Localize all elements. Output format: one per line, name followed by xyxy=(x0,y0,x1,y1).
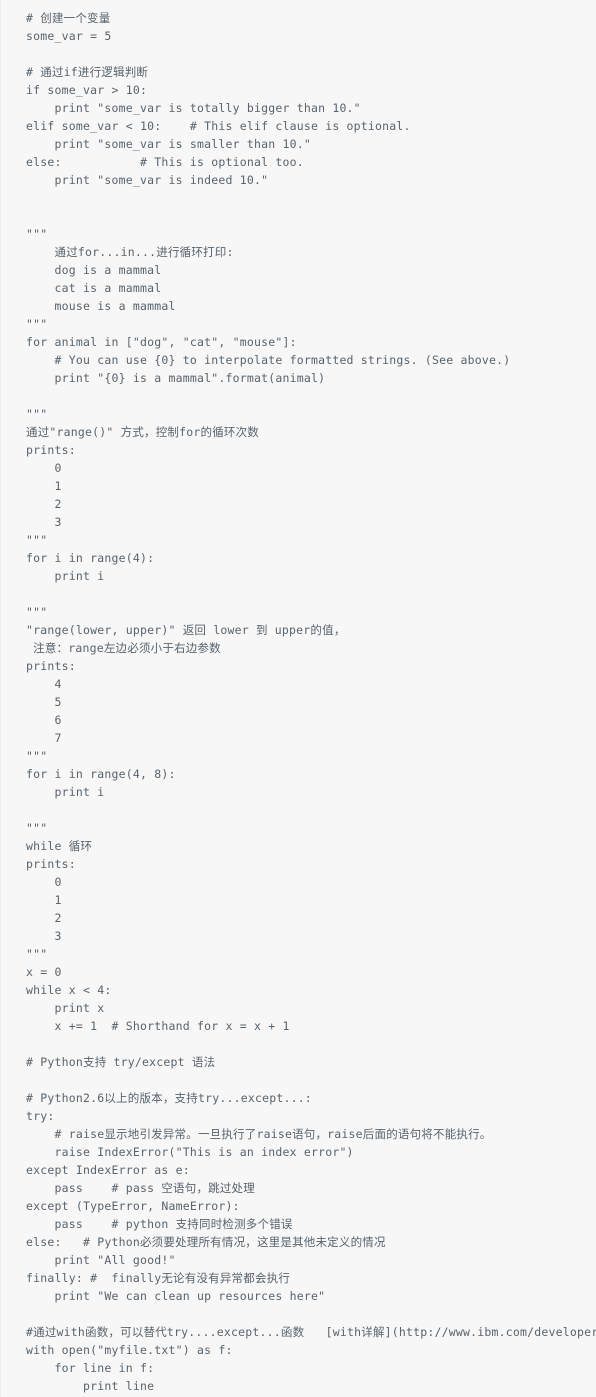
code-line: print i xyxy=(26,569,105,583)
code-line: for i in range(4): xyxy=(26,551,155,565)
code-line: 通过for...in...进行循环打印: xyxy=(26,245,234,259)
code-line: #通过with函数，可以替代try....except...函数 [with详解… xyxy=(26,1325,596,1339)
code-line: print "some_var is smaller than 10." xyxy=(26,137,311,151)
code-line: # raise显示地引发异常。一旦执行了raise语句，raise后面的语句将不… xyxy=(26,1127,492,1141)
code-line-list: # 创建一个变量 some_var = 5 # 通过if进行逻辑判断 if some_… xyxy=(0,9,596,1395)
code-line: 6 xyxy=(26,713,62,727)
code-line: print "All good!" xyxy=(26,1253,176,1267)
code-line: 3 xyxy=(26,929,62,943)
code-line: pass # python 支持同时检测多个错误 xyxy=(26,1217,293,1231)
code-block[interactable]: # 创建一个变量 some_var = 5 # 通过if进行逻辑判断 if some_… xyxy=(0,0,596,1397)
code-line: # 通过if进行逻辑判断 xyxy=(26,65,149,79)
code-line: """ xyxy=(26,605,48,619)
code-line: print "We can clean up resources here" xyxy=(26,1289,326,1303)
code-line: prints: xyxy=(26,443,76,457)
code-line: mouse is a mammal xyxy=(26,299,176,313)
code-line: 3 xyxy=(26,515,62,529)
code-line: while 循环 xyxy=(26,839,93,853)
code-line: print i xyxy=(26,785,105,799)
code-line: # 创建一个变量 xyxy=(26,11,111,25)
code-line: 1 xyxy=(26,893,62,907)
code-line: 4 xyxy=(26,677,62,691)
code-line: "range(lower, upper)" 返回 lower 到 upper的值… xyxy=(26,623,346,637)
code-line: # Python支持 try/except 语法 xyxy=(26,1055,216,1069)
code-line: print "some_var is totally bigger than 1… xyxy=(26,101,361,115)
code-line: """ xyxy=(26,407,48,421)
code-line: print "some_var is indeed 10." xyxy=(26,173,269,187)
code-line: """ xyxy=(26,947,48,961)
code-line: 2 xyxy=(26,497,62,511)
code-line: """ xyxy=(26,227,48,241)
code-line: else: # Python必须要处理所有情况，这里是其他未定义的情况 xyxy=(26,1235,386,1249)
code-line: try: xyxy=(26,1109,55,1123)
code-line: while x < 4: xyxy=(26,983,112,997)
code-line: with open("myfile.txt") as f: xyxy=(26,1343,233,1357)
code-line: x += 1 # Shorthand for x = x + 1 xyxy=(26,1019,290,1033)
code-line: raise IndexError("This is an index error… xyxy=(26,1145,354,1159)
code-line: print x xyxy=(26,1001,105,1015)
code-line: 1 xyxy=(26,479,62,493)
code-line: print "{0} is a mammal".format(animal) xyxy=(26,371,326,385)
code-line: # You can use {0} to interpolate formatt… xyxy=(26,353,511,367)
code-line: for line in f: xyxy=(26,1361,155,1375)
code-line: prints: xyxy=(26,659,76,673)
code-line: print line xyxy=(26,1379,155,1393)
code-line: x = 0 xyxy=(26,965,62,979)
code-line: """ xyxy=(26,533,48,547)
code-line: except (TypeError, NameError): xyxy=(26,1199,240,1213)
code-line: 2 xyxy=(26,911,62,925)
code-line: elif some_var < 10: # This elif clause i… xyxy=(26,119,411,133)
code-line: dog is a mammal xyxy=(26,263,162,277)
code-line: prints: xyxy=(26,857,76,871)
code-line: some_var = 5 xyxy=(26,29,112,43)
code-line: """ xyxy=(26,821,48,835)
code-line: # Python2.6以上的版本，支持try...except...: xyxy=(26,1091,312,1105)
code-line: 0 xyxy=(26,875,62,889)
code-line: except IndexError as e: xyxy=(26,1163,190,1177)
code-line: if some_var > 10: xyxy=(26,83,148,97)
code-line: """ xyxy=(26,317,48,331)
code-line: """ xyxy=(26,749,48,763)
code-line: 0 xyxy=(26,461,62,475)
code-line: for animal in ["dog", "cat", "mouse"]: xyxy=(26,335,297,349)
code-line: 注意：range左边必须小于右边参数 xyxy=(26,641,221,655)
code-line: finally: # finally无论有没有异常都会执行 xyxy=(26,1271,291,1285)
code-line: cat is a mammal xyxy=(26,281,162,295)
code-line: else: # This is optional too. xyxy=(26,155,304,169)
code-line: 5 xyxy=(26,695,62,709)
code-line: 通过"range()" 方式，控制for的循环次数 xyxy=(26,425,260,439)
code-line: 7 xyxy=(26,731,62,745)
code-line: pass # pass 空语句，跳过处理 xyxy=(26,1181,255,1195)
code-line: for i in range(4, 8): xyxy=(26,767,176,781)
